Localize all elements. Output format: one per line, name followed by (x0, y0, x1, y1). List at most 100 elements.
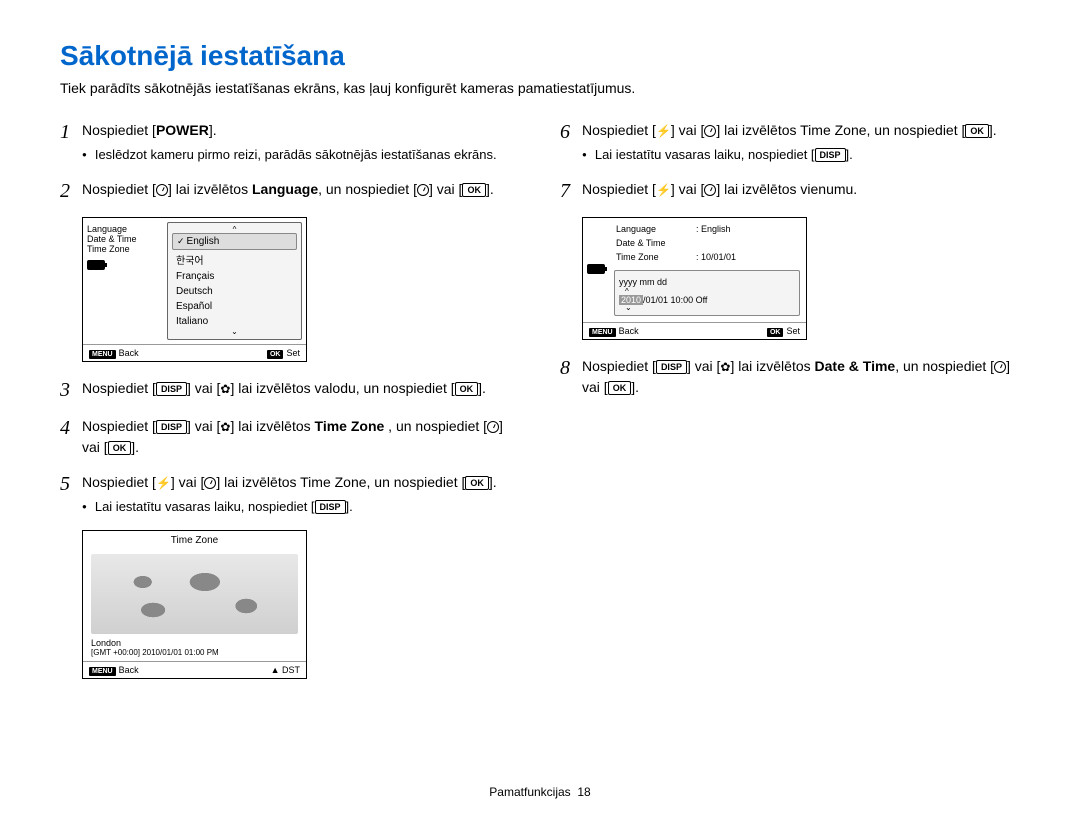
text: Nospiediet [ (82, 474, 156, 490)
battery-icon (87, 260, 105, 270)
step-body: Nospiediet [DISP] vai [] lai izvēlētos D… (582, 356, 1020, 398)
lang-item-korean[interactable]: 한국어 (172, 250, 297, 269)
text: ]. (989, 122, 997, 138)
row-val: : English (696, 224, 731, 234)
ok-button-icon: OK (462, 183, 486, 197)
tz-location: London (83, 638, 306, 648)
language-list: ^ English 한국어 Français Deutsch Español I… (167, 222, 302, 340)
footer-label: Pamatfunkcijas (489, 785, 570, 799)
world-map-icon (91, 554, 298, 634)
ok-button-icon: OK (465, 476, 489, 490)
date-value: /01/01 10:00 Off (643, 295, 707, 305)
bullet: Ieslēdzot kameru pirmo reizi, parādās sā… (82, 145, 520, 165)
step-body: Nospiediet [] lai izvēlētos Language, un… (82, 179, 520, 200)
step-number: 6 (560, 120, 582, 144)
date-selector[interactable]: yyyy mm dd ^ 2010/01/01 10:00 Off ⌄ (614, 270, 800, 316)
lang-item-spanish[interactable]: Español (172, 299, 297, 314)
disp-button-icon: DISP (156, 420, 187, 434)
menu-tag: MENU (89, 350, 116, 359)
lang-item-german[interactable]: Deutsch (172, 284, 297, 299)
text: Nospiediet [ (82, 122, 156, 138)
step-body: Nospiediet [DISP] vai [] lai izvēlētos v… (82, 378, 520, 399)
disp-button-icon: DISP (815, 148, 846, 162)
timezone-panel: Time Zone London [GMT +00:00] 2010/01/01… (82, 530, 307, 679)
bullet: Lai iestatītu vasaras laiku, nospiediet … (582, 145, 1020, 165)
text: Nospiediet [ (582, 358, 656, 374)
text: , un nospiediet [ (895, 358, 994, 374)
back-label: Back (119, 348, 139, 358)
text: ] lai izvēlētos Time Zone, un nospiediet… (216, 474, 465, 490)
text: ] lai izvēlētos vienumu. (716, 181, 857, 197)
step-number: 1 (60, 120, 82, 144)
set-label: Set (786, 326, 800, 336)
text: Nospiediet [ (82, 380, 156, 396)
date-row: Language: English (608, 222, 806, 236)
step-2: 2 Nospiediet [] lai izvēlētos Language, … (60, 179, 520, 203)
page-footer: Pamatfunkcijas 18 (0, 785, 1080, 799)
step-3: 3 Nospiediet [DISP] vai [] lai izvēlētos… (60, 378, 520, 402)
step-body: Nospiediet [POWER]. Ieslēdzot kameru pir… (82, 120, 520, 165)
bullet-text: Lai iestatītu vasaras laiku, nospiediet … (95, 499, 315, 514)
panel-left (583, 218, 608, 322)
text: ] vai [ (671, 181, 704, 197)
step-number: 3 (60, 378, 82, 402)
language-label: Language (252, 181, 318, 197)
step-number: 4 (60, 416, 82, 440)
text: ] lai izvēlētos Time Zone, un nospiediet… (716, 122, 965, 138)
disp-button-icon: DISP (156, 382, 187, 396)
tz-title: Time Zone (83, 531, 306, 550)
text: ] lai izvēlētos (230, 418, 314, 434)
text: ] lai izvēlētos (730, 358, 814, 374)
timezone-label: Time Zone (315, 418, 385, 434)
row-key: Time Zone (616, 252, 696, 262)
tz-gmt: [GMT +00:00] 2010/01/01 01:00 PM (83, 648, 306, 661)
row-key: Date & Time (616, 238, 696, 248)
power-label: POWER (156, 122, 209, 138)
text: ]. (486, 181, 494, 197)
bullet-text: ]. (346, 499, 353, 514)
flash-icon (656, 122, 671, 138)
date-format: yyyy mm dd (619, 275, 795, 289)
step-1: 1 Nospiediet [POWER]. Ieslēdzot kameru p… (60, 120, 520, 165)
text: Nospiediet [ (582, 122, 656, 138)
timer-icon (704, 125, 716, 137)
step-5: 5 Nospiediet [] vai [] lai izvēlētos Tim… (60, 472, 520, 517)
timer-icon (994, 361, 1006, 373)
text: , un nospiediet [ (384, 418, 487, 434)
step-4: 4 Nospiediet [DISP] vai [] lai izvēlētos… (60, 416, 520, 458)
ok-button-icon: OK (608, 381, 632, 395)
timer-icon (204, 477, 216, 489)
timer-icon (156, 184, 168, 196)
step-body: Nospiediet [DISP] vai [] lai izvēlētos T… (82, 416, 520, 458)
step-number: 5 (60, 472, 82, 496)
ok-button-icon: OK (965, 124, 989, 138)
bullet-text: Ieslēdzot kameru pirmo reizi, parādās sā… (95, 145, 497, 165)
timer-icon (704, 184, 716, 196)
ok-button-icon: OK (455, 382, 479, 396)
panel-left-item: Time Zone (87, 244, 159, 254)
lang-item-french[interactable]: Français (172, 269, 297, 284)
step-body: Nospiediet [] vai [] lai izvēlētos Time … (82, 472, 520, 517)
ok-tag: OK (267, 350, 284, 359)
footer-page: 18 (577, 785, 590, 799)
step-8: 8 Nospiediet [DISP] vai [] lai izvēlētos… (560, 356, 1020, 398)
panel-footer: MENUBack ▲ DST (83, 661, 306, 678)
left-column: 1 Nospiediet [POWER]. Ieslēdzot kameru p… (60, 120, 520, 695)
row-key: Language (616, 224, 696, 234)
back-label: Back (119, 665, 139, 675)
ok-button-icon: OK (108, 441, 132, 455)
content-columns: 1 Nospiediet [POWER]. Ieslēdzot kameru p… (60, 120, 1020, 695)
lang-item-english[interactable]: English (172, 233, 297, 250)
set-label: Set (286, 348, 300, 358)
text: ]. (209, 122, 217, 138)
caret-up-icon: ^ (172, 227, 297, 233)
timer-icon (487, 421, 499, 433)
language-panel: Language Date & Time Time Zone ^ English… (82, 217, 307, 362)
text: ] vai [ (687, 358, 720, 374)
text: ] vai [ (187, 418, 220, 434)
text: ]. (478, 380, 486, 396)
step-7: 7 Nospiediet [] vai [] lai izvēlētos vie… (560, 179, 1020, 203)
step-body: Nospiediet [] vai [] lai izvēlētos Time … (582, 120, 1020, 165)
text: ] lai izvēlētos (168, 181, 252, 197)
text: , un nospiediet [ (318, 181, 417, 197)
